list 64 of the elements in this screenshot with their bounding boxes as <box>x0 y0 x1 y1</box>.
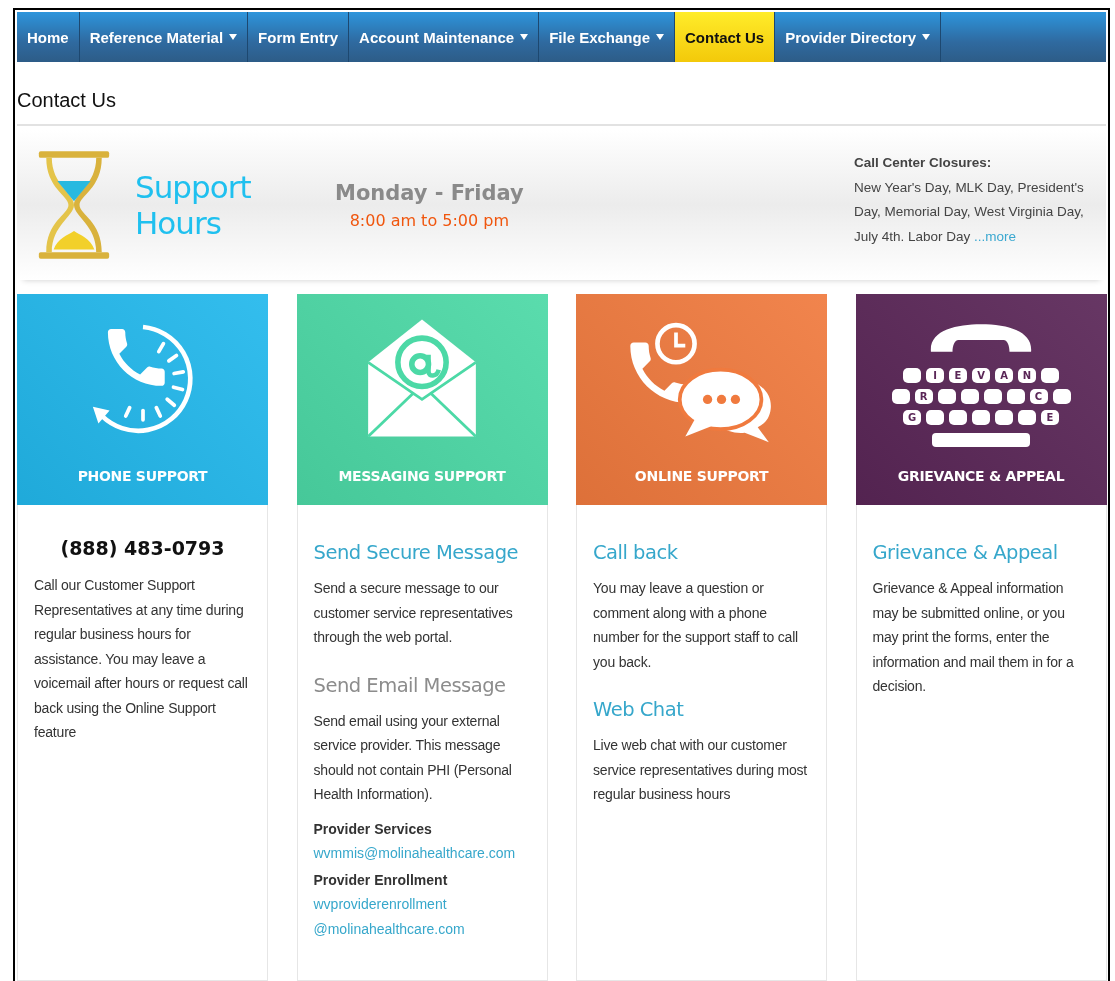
support-hours-title: Support Hours <box>135 169 252 241</box>
email-link[interactable]: wvmmis@molinahealthcare.com <box>313 841 531 866</box>
keyboard-key <box>1006 388 1025 404</box>
description-text: Call our Customer Support Representatives at any time during regular business hours for assistance. You may leave a voicemail after hours or request call back using the Online Support feature <box>34 576 249 742</box>
keyboard-key <box>1041 367 1059 383</box>
days-text: Monday - Friday <box>335 180 524 205</box>
closures-text: New Year's Day, MLK Day, President's Day, Memorial Day, West Virginia Day, July 4th. Labor Day ...more <box>854 178 1085 246</box>
keyboard-key <box>1018 409 1036 425</box>
description-text: You may leave a question or comment along with a phone number for the support staff to call you back. <box>593 579 799 672</box>
contact-label: Provider Enrollment <box>313 870 449 890</box>
caret-icon <box>656 34 664 40</box>
contact-label: Provider Services <box>313 819 433 839</box>
nav-tab[interactable]: Account Maintenance <box>349 12 540 62</box>
nav-tab[interactable]: Reference Material <box>79 12 249 62</box>
hourglass-icon <box>37 149 111 261</box>
keyboard-key <box>1052 388 1071 404</box>
caret-icon <box>229 34 238 40</box>
keyboard-key: A <box>995 367 1013 383</box>
keyboard-key <box>972 409 990 425</box>
nav-tab[interactable]: Form Entry <box>248 12 350 62</box>
description-text: Live web chat with our customer service representatives during most regular business hours <box>593 736 808 804</box>
keyboard-key: N <box>1018 367 1036 383</box>
tile-label: MESSAGING SUPPORT <box>338 468 506 484</box>
nav-tab[interactable]: Contact Us <box>675 12 776 62</box>
section-heading: Send Email Message <box>313 673 507 697</box>
nav-tab[interactable]: Provider Directory <box>775 12 942 62</box>
keyboard-key: G <box>903 409 921 425</box>
support-tile[interactable]: I E V A N R C G E GRIEVANCE & APPEAL <box>855 294 1107 505</box>
support-tile[interactable]: PHONE SUPPORT <box>17 294 268 505</box>
keyboard-key <box>926 409 944 425</box>
phone-number: (888) 483-0793 <box>59 537 226 559</box>
description-text: Grievance & Appeal information may be submitted online, or you may print the forms, enter the information and mail them in for a decision. <box>872 579 1075 696</box>
support-tile[interactable]: ONLINE SUPPORT <box>576 294 827 505</box>
keyboard-key: R <box>914 388 933 404</box>
keyboard-key: E <box>1041 409 1059 425</box>
caret-icon <box>922 34 931 40</box>
more-link[interactable]: ...more <box>974 228 1017 244</box>
keyboard-key: I <box>926 367 944 383</box>
page-title: Contact Us <box>17 62 1106 126</box>
keyboard-key: E <box>949 367 967 383</box>
nav-tab[interactable]: Home <box>17 12 80 62</box>
support-tile[interactable]: MESSAGING SUPPORT <box>296 294 548 505</box>
section-heading-link[interactable]: Call back <box>593 541 810 564</box>
keyboard-key <box>891 388 910 404</box>
description-text: Send a secure message to our customer service representatives through the web portal. <box>313 579 514 647</box>
tile-label: PHONE SUPPORT <box>77 468 208 484</box>
keyboard-key: V <box>972 367 990 383</box>
section-heading-link[interactable]: Web Chat <box>593 698 810 721</box>
caret-icon <box>520 34 529 40</box>
email-link[interactable]: wvproviderenrollment@molinahealthcare.com <box>313 892 531 941</box>
tile-label: ONLINE SUPPORT <box>634 468 769 484</box>
keyboard-key: C <box>1029 388 1048 404</box>
section-heading-link[interactable]: Send Secure Message <box>313 541 531 564</box>
keyboard-key <box>995 409 1013 425</box>
keyboard-key <box>949 409 967 425</box>
tile-label: GRIEVANCE & APPEAL <box>897 468 1065 484</box>
keyboard-key <box>983 388 1002 404</box>
closures-heading: Call Center Closures: <box>854 154 993 172</box>
keyboard-key <box>937 388 956 404</box>
section-heading-link[interactable]: Grievance & Appeal <box>872 541 1090 564</box>
hours-text: 8:00 am to 5:00 pm <box>348 210 511 230</box>
keyboard-key <box>903 367 921 383</box>
keyboard-key <box>960 388 979 404</box>
description-text: Send email using your external service provider. This message should not contain PHI (Personal Health Information). <box>313 711 513 804</box>
